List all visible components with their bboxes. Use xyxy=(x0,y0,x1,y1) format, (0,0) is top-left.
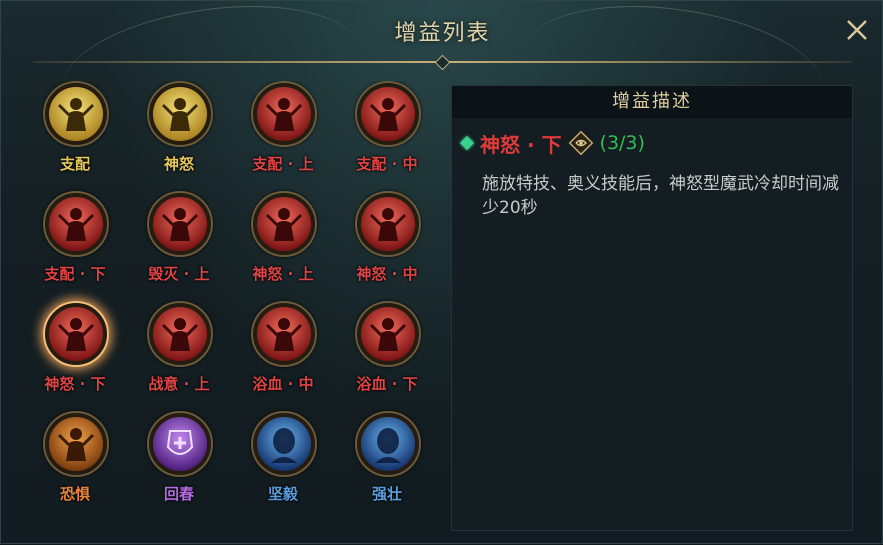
buff-label: 战意 · 上 xyxy=(148,375,210,393)
buff-icon-frame xyxy=(355,81,421,147)
buff-item[interactable]: 浴血 · 中 xyxy=(233,301,333,407)
buff-icon xyxy=(257,307,311,361)
description-header: 增益描述 xyxy=(452,86,852,118)
buff-item[interactable]: 支配 · 中 xyxy=(337,81,437,187)
buff-item[interactable]: 战意 · 上 xyxy=(129,301,229,407)
buff-icon-frame xyxy=(43,301,109,367)
buff-icon xyxy=(361,307,415,361)
buff-item[interactable]: 回春 xyxy=(129,411,229,517)
buff-grid: 支配 神怒 支配 · 上 支配 · 中 支配 · 下 毁灭 · 上 神怒 · 上… xyxy=(25,81,437,545)
description-panel: 增益描述 神怒 · 下 (3/3) 施放特技、奥义技能后，神怒型魔武冷却时间减少… xyxy=(451,85,853,531)
buff-icon-frame xyxy=(147,191,213,257)
header-divider-diamond xyxy=(434,54,451,71)
close-button[interactable] xyxy=(844,17,870,43)
buff-icon xyxy=(361,87,415,141)
buff-icon xyxy=(153,307,207,361)
buff-icon xyxy=(49,197,103,251)
buff-label: 神怒 · 上 xyxy=(252,265,314,283)
buff-icon-frame xyxy=(251,411,317,477)
buff-label: 支配 · 中 xyxy=(356,155,418,173)
buff-label: 浴血 · 下 xyxy=(356,375,418,393)
buff-icon-frame xyxy=(251,191,317,257)
buff-icon-frame xyxy=(355,301,421,367)
buff-icon-frame xyxy=(43,191,109,257)
buff-icon xyxy=(153,417,207,471)
buff-icon xyxy=(361,417,415,471)
buff-label: 浴血 · 中 xyxy=(252,375,314,393)
buff-icon-frame xyxy=(43,81,109,147)
buff-list-window: 增益列表 支配 神怒 支配 · 上 支配 · 中 支配 · 下 毁灭 · 上 神… xyxy=(0,0,883,544)
buff-icon-frame xyxy=(355,411,421,477)
buff-icon-frame xyxy=(147,301,213,367)
buff-item[interactable]: 支配 · 上 xyxy=(233,81,333,187)
buff-item[interactable]: 浴血 · 下 xyxy=(337,301,437,407)
buff-icon-frame xyxy=(43,411,109,477)
buff-label: 支配 xyxy=(59,155,90,173)
buff-item[interactable]: 坚毅 xyxy=(233,411,333,517)
description-buff-name: 神怒 · 下 xyxy=(480,132,562,157)
buff-label: 毁灭 · 上 xyxy=(148,265,210,283)
buff-label: 神怒 · 中 xyxy=(356,265,418,283)
buff-item[interactable]: 神怒 · 中 xyxy=(337,191,437,297)
description-text: 施放特技、奥义技能后，神怒型魔武冷却时间减少20秒 xyxy=(482,174,839,218)
buff-icon xyxy=(257,87,311,141)
buff-icon xyxy=(49,87,103,141)
buff-item[interactable]: 强壮 xyxy=(337,411,437,517)
buff-icon-frame xyxy=(251,301,317,367)
buff-item[interactable]: 支配 · 下 xyxy=(25,191,125,297)
buff-item[interactable]: 支配 xyxy=(25,81,125,187)
buff-label: 回春 xyxy=(163,485,194,503)
buff-icon-frame xyxy=(147,411,213,477)
buff-icon xyxy=(257,197,311,251)
buff-icon xyxy=(153,87,207,141)
rune-badge-icon xyxy=(568,130,593,156)
gem-icon xyxy=(459,135,475,151)
buff-icon xyxy=(153,197,207,251)
buff-icon xyxy=(49,307,103,361)
buff-icon xyxy=(257,417,311,471)
description-title-row: 神怒 · 下 (3/3) xyxy=(459,128,645,158)
buff-item[interactable]: 恐惧 xyxy=(25,411,125,517)
buff-label: 神怒 xyxy=(163,155,194,173)
buff-label: 坚毅 xyxy=(267,485,298,503)
buff-icon-frame xyxy=(251,81,317,147)
description-stack-count: (3/3) xyxy=(599,132,645,154)
window-title: 增益列表 xyxy=(394,21,491,46)
buff-item[interactable]: 神怒 · 下 xyxy=(25,301,125,407)
buff-label: 支配 · 上 xyxy=(252,155,314,173)
buff-item[interactable]: 毁灭 · 上 xyxy=(129,191,229,297)
buff-icon-frame xyxy=(355,191,421,257)
buff-label: 支配 · 下 xyxy=(44,265,106,283)
window-header: 增益列表 xyxy=(1,0,883,151)
buff-label: 恐惧 xyxy=(59,485,90,503)
buff-icon xyxy=(49,417,103,471)
buff-icon-frame xyxy=(147,81,213,147)
buff-icon xyxy=(361,197,415,251)
buff-item[interactable]: 神怒 · 上 xyxy=(233,191,333,297)
buff-label: 强壮 xyxy=(371,485,402,503)
buff-label: 神怒 · 下 xyxy=(44,375,106,393)
close-icon xyxy=(847,20,867,40)
buff-item[interactable]: 神怒 xyxy=(129,81,229,187)
